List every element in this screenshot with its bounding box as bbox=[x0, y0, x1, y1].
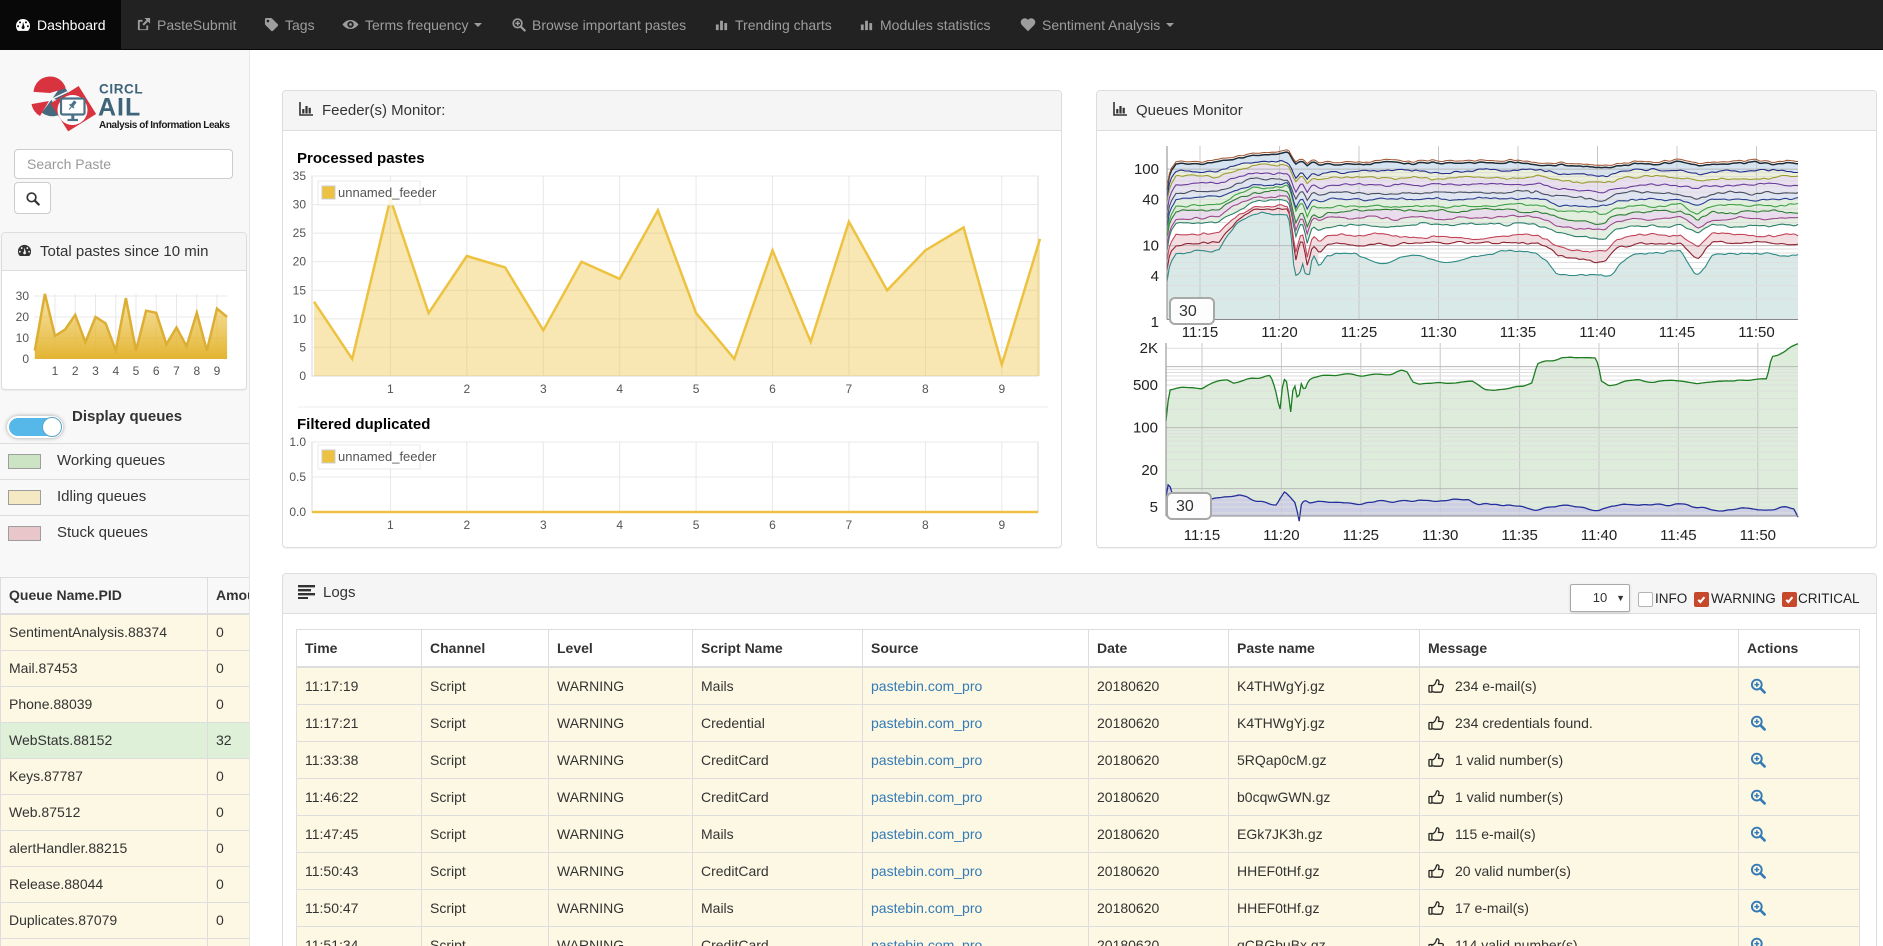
svg-text:20: 20 bbox=[16, 310, 30, 324]
svg-text:11:45: 11:45 bbox=[1660, 527, 1696, 544]
svg-text:4: 4 bbox=[112, 364, 119, 378]
svg-text:Analysis of Information Leaks: Analysis of Information Leaks bbox=[99, 120, 230, 131]
svg-text:30: 30 bbox=[293, 198, 307, 212]
svg-text:11:45: 11:45 bbox=[1659, 324, 1695, 341]
svg-text:11:50: 11:50 bbox=[1740, 527, 1776, 544]
svg-text:5: 5 bbox=[1150, 499, 1158, 516]
svg-text:11:15: 11:15 bbox=[1184, 527, 1220, 544]
svg-text:15: 15 bbox=[293, 283, 307, 297]
svg-text:2: 2 bbox=[463, 382, 470, 396]
svg-text:2K: 2K bbox=[1140, 340, 1158, 357]
svg-text:11:20: 11:20 bbox=[1261, 324, 1297, 341]
svg-text:0: 0 bbox=[22, 352, 29, 366]
svg-text:11:40: 11:40 bbox=[1581, 527, 1617, 544]
svg-text:1.0: 1.0 bbox=[289, 435, 306, 449]
svg-text:20: 20 bbox=[1141, 462, 1158, 479]
svg-text:0: 0 bbox=[299, 369, 306, 383]
svg-text:9: 9 bbox=[998, 518, 1005, 532]
svg-text:11:15: 11:15 bbox=[1182, 324, 1218, 341]
svg-text:11:40: 11:40 bbox=[1579, 324, 1615, 341]
svg-text:unnamed_feeder: unnamed_feeder bbox=[338, 185, 437, 200]
svg-text:11:20: 11:20 bbox=[1263, 527, 1299, 544]
svg-text:6: 6 bbox=[769, 518, 776, 532]
svg-text:9: 9 bbox=[998, 382, 1005, 396]
svg-text:11:35: 11:35 bbox=[1500, 324, 1536, 341]
svg-text:0.0: 0.0 bbox=[289, 505, 306, 519]
svg-text:5: 5 bbox=[299, 340, 306, 354]
svg-text:11:25: 11:25 bbox=[1343, 527, 1379, 544]
svg-text:6: 6 bbox=[769, 382, 776, 396]
svg-text:Filtered duplicated: Filtered duplicated bbox=[297, 416, 430, 433]
svg-text:10: 10 bbox=[1142, 238, 1159, 255]
svg-text:4: 4 bbox=[616, 518, 623, 532]
svg-text:11:35: 11:35 bbox=[1501, 527, 1537, 544]
svg-text:11:50: 11:50 bbox=[1738, 324, 1774, 341]
svg-text:500: 500 bbox=[1133, 377, 1158, 394]
svg-text:5: 5 bbox=[133, 364, 140, 378]
svg-text:8: 8 bbox=[922, 518, 929, 532]
svg-text:100: 100 bbox=[1133, 420, 1158, 437]
svg-text:1: 1 bbox=[387, 518, 394, 532]
svg-text:11:30: 11:30 bbox=[1420, 324, 1456, 341]
svg-text:20: 20 bbox=[293, 255, 307, 269]
svg-text:9: 9 bbox=[214, 364, 221, 378]
svg-text:100: 100 bbox=[1134, 161, 1159, 178]
svg-text:AIL: AIL bbox=[98, 94, 141, 122]
svg-text:7: 7 bbox=[846, 518, 853, 532]
svg-text:6: 6 bbox=[153, 364, 160, 378]
svg-text:1: 1 bbox=[1151, 314, 1159, 331]
svg-text:4: 4 bbox=[616, 382, 623, 396]
svg-text:11:30: 11:30 bbox=[1422, 527, 1458, 544]
svg-text:3: 3 bbox=[92, 364, 99, 378]
svg-text:30: 30 bbox=[16, 289, 30, 303]
svg-text:2: 2 bbox=[72, 364, 79, 378]
svg-text:8: 8 bbox=[193, 364, 200, 378]
svg-text:25: 25 bbox=[293, 226, 307, 240]
svg-text:35: 35 bbox=[293, 169, 307, 183]
svg-text:0.5: 0.5 bbox=[289, 470, 306, 484]
svg-text:unnamed_feeder: unnamed_feeder bbox=[338, 449, 437, 464]
svg-text:10: 10 bbox=[16, 331, 30, 345]
svg-text:3: 3 bbox=[540, 382, 547, 396]
svg-text:11:25: 11:25 bbox=[1341, 324, 1377, 341]
svg-text:5: 5 bbox=[693, 518, 700, 532]
svg-text:5: 5 bbox=[693, 382, 700, 396]
svg-text:7: 7 bbox=[846, 382, 853, 396]
svg-text:3: 3 bbox=[540, 518, 547, 532]
svg-text:40: 40 bbox=[1142, 192, 1159, 209]
svg-text:Processed pastes: Processed pastes bbox=[297, 150, 425, 167]
svg-text:1: 1 bbox=[387, 382, 394, 396]
svg-text:1: 1 bbox=[52, 364, 59, 378]
svg-text:2: 2 bbox=[463, 518, 470, 532]
svg-text:8: 8 bbox=[922, 382, 929, 396]
svg-text:4: 4 bbox=[1151, 268, 1159, 285]
svg-text:7: 7 bbox=[173, 364, 180, 378]
svg-text:10: 10 bbox=[293, 312, 307, 326]
